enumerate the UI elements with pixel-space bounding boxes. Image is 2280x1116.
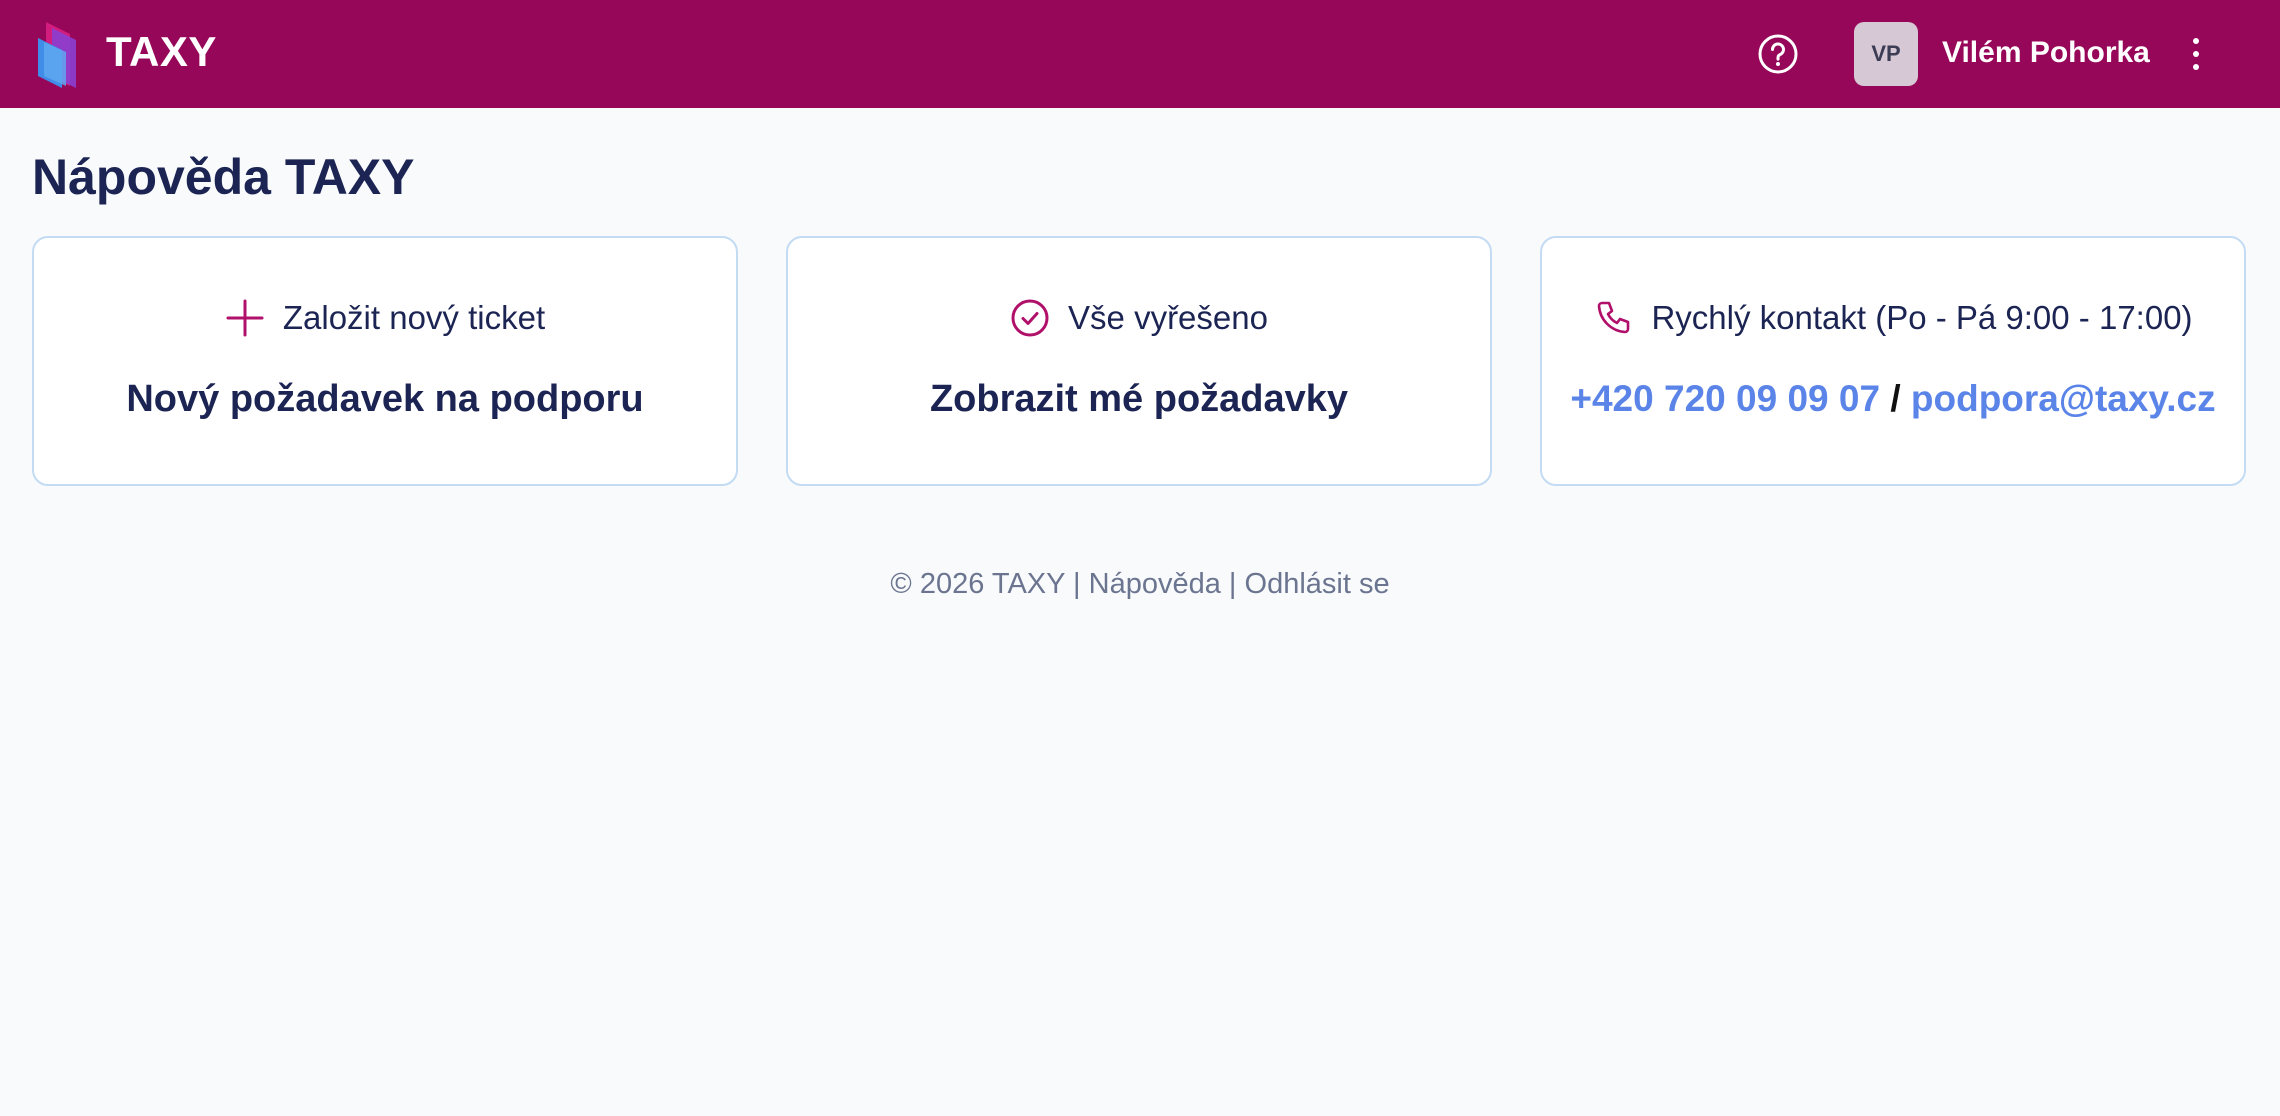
taxy-logo-icon[interactable] (36, 18, 94, 90)
quick-contact-card: Rychlý kontakt (Po - Pá 9:00 - 17:00) +4… (1540, 236, 2246, 486)
user-avatar[interactable]: VP (1854, 22, 1918, 86)
all-resolved-label: Vše vyřešeno (1068, 299, 1268, 336)
more-options-icon[interactable] (2180, 32, 2212, 76)
footer: © 2026 TAXY | Nápověda | Odhlásit se (0, 568, 2280, 601)
new-support-request-link[interactable]: Nový požadavek na podporu (34, 378, 736, 421)
email-link[interactable]: podpora@taxy.cz (1911, 378, 2216, 419)
plus-icon (226, 299, 264, 337)
brand-name[interactable]: TAXY (106, 28, 217, 76)
top-navigation-bar: TAXY VP Vilém Pohorka (0, 0, 2280, 108)
new-ticket-card-header: Založit nový ticket (34, 298, 736, 338)
show-my-requests-link[interactable]: Zobrazit mé požadavky (788, 378, 1490, 421)
footer-logout-link[interactable]: Odhlásit se (1245, 568, 1390, 600)
check-circle-icon (1011, 299, 1049, 337)
footer-divider: | (1073, 568, 1081, 600)
phone-icon (1598, 301, 1630, 334)
my-requests-card[interactable]: Vše vyřešeno Zobrazit mé požadavky (786, 236, 1492, 486)
new-ticket-label: Založit nový ticket (282, 299, 546, 336)
contact-separator: / (1890, 378, 1901, 419)
help-icon[interactable] (1756, 32, 1800, 76)
page-title: Nápověda TAXY (32, 149, 415, 205)
quick-contact-label: Rychlý kontakt (Po - Pá 9:00 - 17:00) (1651, 299, 2193, 336)
new-ticket-card[interactable]: Založit nový ticket Nový požadavek na po… (32, 236, 738, 486)
footer-divider: | (1228, 568, 1237, 600)
quick-contact-card-header: Rychlý kontakt (Po - Pá 9:00 - 17:00) (1542, 298, 2244, 338)
user-name[interactable]: Vilém Pohorka (1942, 36, 2150, 70)
footer-copyright: © 2026 TAXY (890, 568, 1065, 600)
my-requests-card-header: Vše vyřešeno (788, 298, 1490, 338)
phone-link[interactable]: +420 720 09 09 07 (1570, 378, 1880, 419)
footer-help-link[interactable]: Nápověda (1089, 568, 1221, 600)
contact-details: +420 720 09 09 07 / podpora@taxy.cz (1542, 378, 2244, 420)
